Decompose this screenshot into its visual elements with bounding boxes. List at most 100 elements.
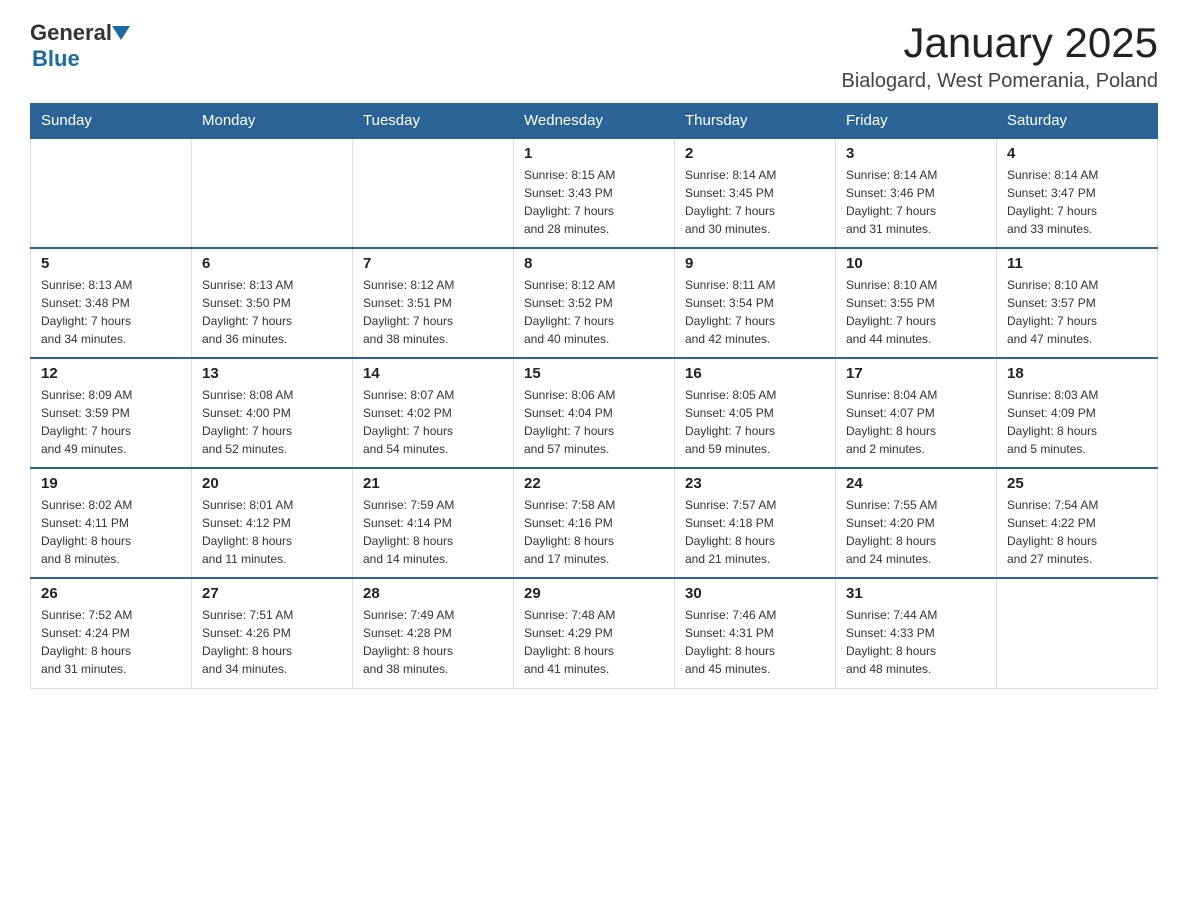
day-info: Sunrise: 8:12 AMSunset: 3:51 PMDaylight:… bbox=[363, 276, 503, 348]
calendar-cell bbox=[192, 138, 353, 248]
month-title: January 2025 bbox=[842, 20, 1158, 66]
calendar-cell: 18 Sunrise: 8:03 AMSunset: 4:09 PMDayligh… bbox=[997, 358, 1158, 468]
calendar-cell: 21 Sunrise: 7:59 AMSunset: 4:14 PMDayligh… bbox=[353, 468, 514, 578]
day-info: Sunrise: 7:51 AMSunset: 4:26 PMDaylight:… bbox=[202, 606, 342, 678]
calendar-cell: 10Sunrise: 8:10 AMSunset: 3:55 PMDayligh… bbox=[836, 248, 997, 358]
calendar-cell: 26 Sunrise: 7:52 AMSunset: 4:24 PMDayligh… bbox=[31, 578, 192, 688]
day-number: 29 bbox=[524, 585, 664, 602]
day-number: 11 bbox=[1007, 255, 1147, 272]
calendar-cell: 6 Sunrise: 8:13 AMSunset: 3:50 PMDaylight… bbox=[192, 248, 353, 358]
day-number: 24 bbox=[846, 475, 986, 492]
day-info: Sunrise: 8:13 AMSunset: 3:48 PMDaylight:… bbox=[41, 276, 181, 348]
day-info: Sunrise: 8:12 AMSunset: 3:52 PMDaylight:… bbox=[524, 276, 664, 348]
calendar-cell: 5 Sunrise: 8:13 AMSunset: 3:48 PMDaylight… bbox=[31, 248, 192, 358]
day-number: 16 bbox=[685, 365, 825, 382]
logo-general-text: General bbox=[30, 20, 112, 46]
day-of-week-header: Saturday bbox=[997, 104, 1158, 139]
day-number: 23 bbox=[685, 475, 825, 492]
calendar-cell: 19Sunrise: 8:02 AMSunset: 4:11 PMDayligh… bbox=[31, 468, 192, 578]
day-of-week-header: Friday bbox=[836, 104, 997, 139]
calendar-cell: 3 Sunrise: 8:14 AMSunset: 3:46 PMDaylight… bbox=[836, 138, 997, 248]
day-number: 3 bbox=[846, 145, 986, 162]
day-number: 5 bbox=[41, 255, 181, 272]
calendar-cell: 2Sunrise: 8:14 AMSunset: 3:45 PMDaylight… bbox=[675, 138, 836, 248]
calendar-cell: 14 Sunrise: 8:07 AMSunset: 4:02 PMDayligh… bbox=[353, 358, 514, 468]
calendar-cell: 9 Sunrise: 8:11 AMSunset: 3:54 PMDaylight… bbox=[675, 248, 836, 358]
page-header: General Blue January 2025 Bialogard, Wes… bbox=[30, 20, 1158, 93]
day-number: 26 bbox=[41, 585, 181, 602]
day-number: 17 bbox=[846, 365, 986, 382]
day-number: 12 bbox=[41, 365, 181, 382]
day-number: 9 bbox=[685, 255, 825, 272]
calendar-cell: 31Sunrise: 7:44 AMSunset: 4:33 PMDayligh… bbox=[836, 578, 997, 688]
day-info: Sunrise: 8:04 AMSunset: 4:07 PMDaylight:… bbox=[846, 386, 986, 458]
logo-icon bbox=[112, 26, 130, 40]
day-info: Sunrise: 7:44 AMSunset: 4:33 PMDaylight:… bbox=[846, 606, 986, 678]
day-info: Sunrise: 7:48 AMSunset: 4:29 PMDaylight:… bbox=[524, 606, 664, 678]
day-info: Sunrise: 8:07 AMSunset: 4:02 PMDaylight:… bbox=[363, 386, 503, 458]
calendar-cell: 11 Sunrise: 8:10 AMSunset: 3:57 PMDayligh… bbox=[997, 248, 1158, 358]
day-info: Sunrise: 7:54 AMSunset: 4:22 PMDaylight:… bbox=[1007, 496, 1147, 568]
day-number: 7 bbox=[363, 255, 503, 272]
day-number: 4 bbox=[1007, 145, 1147, 162]
day-number: 30 bbox=[685, 585, 825, 602]
day-info: Sunrise: 8:03 AMSunset: 4:09 PMDaylight:… bbox=[1007, 386, 1147, 458]
day-info: Sunrise: 8:05 AMSunset: 4:05 PMDaylight:… bbox=[685, 386, 825, 458]
calendar-cell bbox=[353, 138, 514, 248]
calendar-cell: 24 Sunrise: 7:55 AMSunset: 4:20 PMDayligh… bbox=[836, 468, 997, 578]
day-number: 6 bbox=[202, 255, 342, 272]
day-number: 13 bbox=[202, 365, 342, 382]
day-number: 8 bbox=[524, 255, 664, 272]
day-info: Sunrise: 8:10 AMSunset: 3:57 PMDaylight:… bbox=[1007, 276, 1147, 348]
calendar-table: SundayMondayTuesdayWednesdayThursdayFrid… bbox=[30, 103, 1158, 689]
day-info: Sunrise: 8:09 AMSunset: 3:59 PMDaylight:… bbox=[41, 386, 181, 458]
calendar-cell: 27 Sunrise: 7:51 AMSunset: 4:26 PMDayligh… bbox=[192, 578, 353, 688]
day-info: Sunrise: 8:01 AMSunset: 4:12 PMDaylight:… bbox=[202, 496, 342, 568]
day-of-week-header: Thursday bbox=[675, 104, 836, 139]
calendar-cell: 30 Sunrise: 7:46 AMSunset: 4:31 PMDayligh… bbox=[675, 578, 836, 688]
day-info: Sunrise: 7:57 AMSunset: 4:18 PMDaylight:… bbox=[685, 496, 825, 568]
day-number: 1 bbox=[524, 145, 664, 162]
day-info: Sunrise: 8:11 AMSunset: 3:54 PMDaylight:… bbox=[685, 276, 825, 348]
calendar-cell: 15 Sunrise: 8:06 AMSunset: 4:04 PMDayligh… bbox=[514, 358, 675, 468]
day-number: 22 bbox=[524, 475, 664, 492]
day-info: Sunrise: 8:02 AMSunset: 4:11 PMDaylight:… bbox=[41, 496, 181, 568]
day-info: Sunrise: 8:06 AMSunset: 4:04 PMDaylight:… bbox=[524, 386, 664, 458]
calendar-cell: 7 Sunrise: 8:12 AMSunset: 3:51 PMDaylight… bbox=[353, 248, 514, 358]
calendar-cell: 12 Sunrise: 8:09 AMSunset: 3:59 PMDayligh… bbox=[31, 358, 192, 468]
day-number: 14 bbox=[363, 365, 503, 382]
day-of-week-header: Monday bbox=[192, 104, 353, 139]
calendar-week-row: 19Sunrise: 8:02 AMSunset: 4:11 PMDayligh… bbox=[31, 468, 1158, 578]
location-title: Bialogard, West Pomerania, Poland bbox=[842, 70, 1158, 93]
calendar-cell: 17 Sunrise: 8:04 AMSunset: 4:07 PMDayligh… bbox=[836, 358, 997, 468]
calendar-cell: 16 Sunrise: 8:05 AMSunset: 4:05 PMDayligh… bbox=[675, 358, 836, 468]
day-number: 28 bbox=[363, 585, 503, 602]
day-of-week-header: Sunday bbox=[31, 104, 192, 139]
calendar-cell: 29 Sunrise: 7:48 AMSunset: 4:29 PMDayligh… bbox=[514, 578, 675, 688]
day-info: Sunrise: 8:13 AMSunset: 3:50 PMDaylight:… bbox=[202, 276, 342, 348]
day-info: Sunrise: 8:14 AMSunset: 3:45 PMDaylight:… bbox=[685, 166, 825, 238]
day-info: Sunrise: 7:59 AMSunset: 4:14 PMDaylight:… bbox=[363, 496, 503, 568]
day-info: Sunrise: 8:08 AMSunset: 4:00 PMDaylight:… bbox=[202, 386, 342, 458]
day-of-week-header: Tuesday bbox=[353, 104, 514, 139]
day-info: Sunrise: 7:58 AMSunset: 4:16 PMDaylight:… bbox=[524, 496, 664, 568]
calendar-week-row: 26 Sunrise: 7:52 AMSunset: 4:24 PMDayligh… bbox=[31, 578, 1158, 688]
day-info: Sunrise: 7:46 AMSunset: 4:31 PMDaylight:… bbox=[685, 606, 825, 678]
day-number: 10 bbox=[846, 255, 986, 272]
calendar-week-row: 12 Sunrise: 8:09 AMSunset: 3:59 PMDayligh… bbox=[31, 358, 1158, 468]
day-info: Sunrise: 8:14 AMSunset: 3:47 PMDaylight:… bbox=[1007, 166, 1147, 238]
day-number: 15 bbox=[524, 365, 664, 382]
day-number: 21 bbox=[363, 475, 503, 492]
calendar-cell: 28 Sunrise: 7:49 AMSunset: 4:28 PMDayligh… bbox=[353, 578, 514, 688]
logo-blue-text: Blue bbox=[32, 46, 80, 72]
day-info: Sunrise: 7:55 AMSunset: 4:20 PMDaylight:… bbox=[846, 496, 986, 568]
day-of-week-header: Wednesday bbox=[514, 104, 675, 139]
day-info: Sunrise: 8:14 AMSunset: 3:46 PMDaylight:… bbox=[846, 166, 986, 238]
day-number: 27 bbox=[202, 585, 342, 602]
calendar-cell: 8 Sunrise: 8:12 AMSunset: 3:52 PMDaylight… bbox=[514, 248, 675, 358]
day-info: Sunrise: 7:52 AMSunset: 4:24 PMDaylight:… bbox=[41, 606, 181, 678]
calendar-header-row: SundayMondayTuesdayWednesdayThursdayFrid… bbox=[31, 104, 1158, 139]
calendar-cell bbox=[31, 138, 192, 248]
day-number: 18 bbox=[1007, 365, 1147, 382]
day-info: Sunrise: 7:49 AMSunset: 4:28 PMDaylight:… bbox=[363, 606, 503, 678]
